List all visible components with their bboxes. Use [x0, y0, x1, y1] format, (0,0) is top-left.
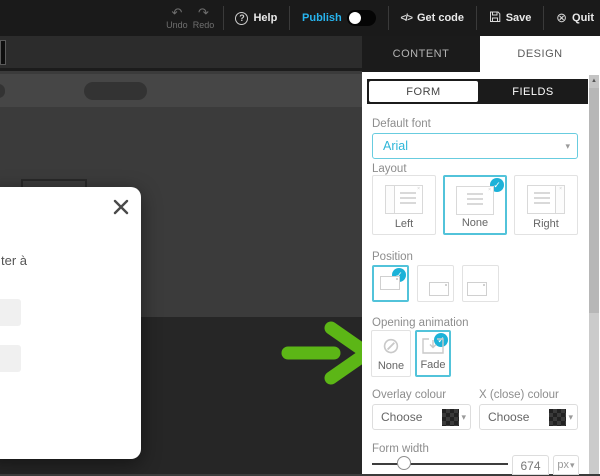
toolbar-divider	[289, 6, 290, 30]
quit-button[interactable]: ⊗ Quit	[550, 10, 600, 26]
tab-content[interactable]: CONTENT	[362, 36, 480, 72]
preview-header-chip	[0, 40, 6, 65]
quit-label: Quit	[572, 12, 594, 24]
get-code-label: Get code	[417, 12, 464, 24]
chevron-down-icon: ▾	[565, 141, 570, 152]
prohibit-icon: ⊘	[372, 334, 410, 358]
toolbar-divider	[543, 6, 544, 30]
form-width-value[interactable]: 674	[512, 455, 549, 475]
animation-fade-label: Fade	[417, 359, 449, 371]
tiny-close-icon: ×	[559, 187, 562, 191]
overlay-colour-select[interactable]: Choose ▾	[372, 404, 471, 430]
layout-option-right[interactable]: × Right	[514, 175, 578, 235]
form-width-label: Form width	[372, 443, 429, 455]
scroll-up-button[interactable]: ▲	[589, 75, 599, 88]
save-button[interactable]: Save	[483, 11, 538, 26]
quit-icon: ⊗	[556, 10, 567, 26]
toolbar-divider	[476, 6, 477, 30]
position-option-bottom-right[interactable]	[417, 265, 454, 302]
opening-animation-label: Opening animation	[372, 317, 469, 329]
save-label: Save	[506, 12, 532, 24]
undo-icon: ↶	[171, 7, 182, 19]
toggle-knob	[349, 12, 361, 24]
redo-label: Redo	[193, 20, 215, 30]
layout-right-label: Right	[515, 218, 577, 230]
preview-nav-pill	[84, 82, 147, 100]
form-width-unit: px	[557, 459, 569, 471]
modal-input-field[interactable]	[0, 299, 21, 326]
default-font-value: Arial	[383, 139, 408, 153]
help-label: Help	[253, 12, 277, 24]
scrollbar-thumb[interactable]	[589, 88, 599, 313]
overlay-colour-label: Overlay colour	[372, 389, 446, 401]
redo-icon: ↷	[198, 7, 209, 19]
overlay-colour-value: Choose	[381, 410, 422, 424]
default-font-label: Default font	[372, 118, 431, 130]
design-panel: CONTENT DESIGN FORM FIELDS Default font …	[362, 36, 600, 474]
animation-option-none[interactable]: ⊘ None	[371, 330, 411, 377]
page-preview: ter à	[0, 36, 362, 474]
layout-none-thumbnail: ×	[456, 186, 494, 215]
modal-text-fragment: ter à	[1, 253, 27, 268]
subtab-form[interactable]: FORM	[369, 81, 478, 102]
get-code-button[interactable]: </> Get code	[394, 12, 470, 24]
position-bottom-right-thumbnail	[429, 282, 449, 296]
green-pointer-arrow	[280, 318, 362, 388]
tab-design[interactable]: DESIGN	[480, 36, 600, 72]
form-preview-modal: ter à	[0, 187, 141, 459]
x-close-colour-select[interactable]: Choose ▾	[479, 404, 578, 430]
toolbar-divider	[223, 6, 224, 30]
toolbar-divider	[388, 6, 389, 30]
x-close-colour-value: Choose	[488, 410, 529, 424]
form-fields-switch: FORM FIELDS	[367, 79, 588, 104]
form-width-slider-knob[interactable]	[397, 456, 411, 470]
publish-label: Publish	[302, 12, 342, 24]
chevron-down-icon: ▾	[568, 412, 573, 423]
x-close-colour-swatch	[549, 409, 566, 426]
layout-none-label: None	[445, 217, 505, 229]
preview-site-header	[0, 36, 362, 71]
panel-scrollbar[interactable]: ▲	[589, 75, 599, 474]
preview-nav-band	[0, 74, 362, 107]
subtab-fields[interactable]: FIELDS	[478, 79, 588, 104]
tiny-close-icon: ×	[488, 188, 491, 192]
animation-option-fade[interactable]: ✓ Fade	[415, 330, 451, 377]
top-toolbar: ↶ Undo ↷ Redo ? Help Publish </> Get cod…	[0, 0, 600, 36]
layout-left-thumbnail: ×	[385, 185, 423, 214]
position-option-bottom-left[interactable]	[462, 265, 499, 302]
position-label: Position	[372, 251, 413, 263]
layout-label: Layout	[372, 163, 407, 175]
tiny-close-icon: ×	[417, 187, 420, 191]
preview-nav-pill-edge	[0, 84, 5, 98]
position-bottom-left-thumbnail	[467, 282, 487, 296]
overlay-colour-swatch	[442, 409, 459, 426]
publish-control: Publish	[296, 10, 382, 26]
default-font-select[interactable]: Arial ▾	[372, 133, 578, 159]
layout-right-thumbnail: ×	[527, 185, 565, 214]
layout-option-none[interactable]: ✓ × None	[443, 175, 507, 235]
chevron-down-icon: ▾	[461, 412, 466, 423]
position-center-thumbnail	[380, 276, 400, 290]
position-option-center[interactable]: ✓	[372, 265, 409, 302]
fade-icon	[422, 338, 444, 360]
publish-toggle[interactable]	[347, 10, 376, 26]
panel-tabbar: CONTENT DESIGN	[362, 36, 600, 72]
modal-input-field[interactable]	[0, 345, 21, 372]
help-button[interactable]: ? Help	[229, 12, 283, 25]
save-icon	[489, 11, 501, 26]
form-width-unit-select[interactable]: px ▾	[553, 455, 579, 475]
modal-close-icon[interactable]	[112, 198, 130, 216]
redo-button[interactable]: ↷ Redo	[190, 7, 217, 30]
chevron-down-icon: ▾	[570, 460, 575, 471]
code-icon: </>	[400, 13, 411, 24]
undo-label: Undo	[166, 20, 188, 30]
undo-button[interactable]: ↶ Undo	[164, 7, 191, 30]
layout-option-left[interactable]: × Left	[372, 175, 436, 235]
help-icon: ?	[235, 12, 248, 25]
form-width-slider-track[interactable]	[372, 463, 508, 465]
animation-none-label: None	[372, 360, 410, 372]
x-close-colour-label: X (close) colour	[479, 389, 559, 401]
layout-left-label: Left	[373, 218, 435, 230]
